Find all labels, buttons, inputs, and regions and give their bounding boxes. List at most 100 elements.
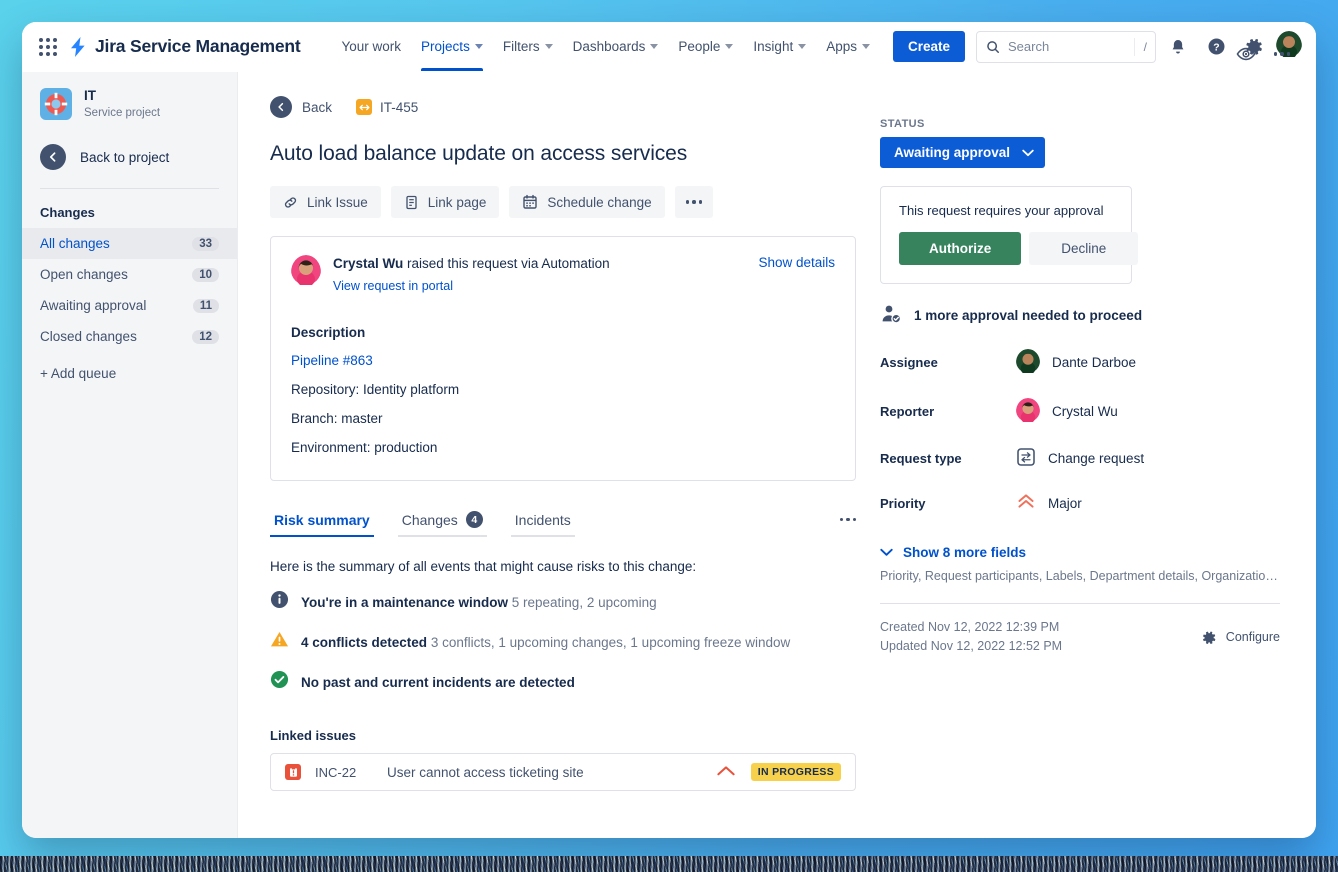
chevron-down-icon	[725, 44, 734, 49]
sidebar-item-closed-changes[interactable]: Closed changes 12	[22, 321, 237, 352]
description-branch: Branch: master	[291, 411, 383, 426]
project-header[interactable]: IT Service project	[22, 88, 237, 120]
info-icon	[270, 590, 289, 614]
nav-label: Your work	[341, 39, 402, 54]
description-environment: Environment: production	[291, 440, 438, 455]
nav-filters[interactable]: Filters	[494, 22, 562, 71]
risk-item-title: No past and current incidents are detect…	[301, 674, 575, 690]
add-queue-button[interactable]: + Add queue	[22, 352, 237, 381]
field-priority: Priority Major	[880, 492, 1290, 515]
main-nav-items: Your work Projects Filters Dashboards Pe…	[333, 22, 966, 71]
back-to-project-label: Back to project	[80, 149, 170, 165]
issue-details-panel: STATUS Awaiting approval This request re…	[880, 47, 1290, 838]
search-icon	[987, 40, 999, 53]
bottom-noise-strip	[0, 856, 1338, 872]
project-type: Service project	[84, 107, 161, 119]
help-icon[interactable]: ?	[1200, 31, 1232, 63]
notifications-bell-icon[interactable]	[1162, 31, 1194, 63]
status-dropdown-button[interactable]: Awaiting approval	[880, 137, 1046, 168]
app-window: Jira Service Management Your work Projec…	[22, 22, 1316, 838]
nav-insight[interactable]: Insight	[744, 22, 815, 71]
risk-item-detail: 3 conflicts, 1 upcoming changes, 1 upcom…	[430, 634, 791, 650]
view-request-in-portal-link[interactable]: View request in portal	[333, 279, 453, 293]
lifebuoy-icon	[40, 88, 72, 120]
approver-person-icon	[880, 304, 902, 327]
nav-people[interactable]: People	[669, 22, 742, 71]
nav-dashboards[interactable]: Dashboards	[564, 22, 668, 71]
table-row[interactable]: INC-22 User cannot access ticketing site…	[270, 753, 856, 791]
issue-meta: Created Nov 12, 2022 12:39 PM Updated No…	[880, 618, 1280, 656]
chevron-down-icon	[798, 44, 807, 49]
nav-label: Dashboards	[572, 39, 646, 54]
field-value[interactable]: Crystal Wu	[1016, 398, 1118, 425]
status-field-label: STATUS	[880, 118, 925, 130]
chevron-down-icon	[650, 44, 659, 49]
approval-panel: This request requires your approval Auth…	[880, 186, 1139, 284]
field-request-type: Request type Change request	[880, 447, 1290, 470]
tab-changes[interactable]: Changes 4	[397, 511, 487, 537]
nav-your-work[interactable]: Your work	[333, 22, 411, 71]
link-issue-button[interactable]: Link Issue	[270, 186, 381, 218]
more-actions-icon	[685, 200, 703, 204]
sidebar-item-awaiting-approval[interactable]: Awaiting approval 11	[22, 290, 237, 321]
field-value[interactable]: Major	[1016, 492, 1082, 515]
show-more-fields-label: Show 8 more fields	[903, 545, 1027, 560]
chevron-down-icon	[474, 44, 483, 49]
nav-projects[interactable]: Projects	[412, 22, 492, 71]
back-button[interactable]: Back	[270, 96, 332, 118]
reporter-avatar	[1016, 398, 1040, 425]
field-label: Reporter	[880, 404, 935, 419]
request-description-card: Crystal Wu raised this request via Autom…	[270, 236, 856, 481]
back-to-project-link[interactable]: Back to project	[22, 144, 237, 170]
queue-count: 12	[192, 329, 219, 344]
page-icon	[406, 195, 417, 209]
brand-logo[interactable]: Jira Service Management	[68, 36, 301, 58]
link-icon	[284, 196, 297, 208]
reporter-name: Crystal Wu	[333, 256, 404, 271]
chevron-down-icon	[1022, 149, 1034, 156]
issue-dates: Created Nov 12, 2022 12:39 PM Updated No…	[880, 618, 1202, 656]
search-input[interactable]	[1008, 39, 1126, 54]
description-heading: Description	[291, 325, 366, 340]
configure-label: Configure	[1225, 630, 1280, 644]
show-more-fields-button[interactable]: Show 8 more fields	[880, 545, 1290, 560]
issue-action-bar: Link Issue Link page Schedule change	[270, 186, 856, 218]
issue-content: Back IT-455 Auto load balance update on …	[238, 47, 1316, 838]
request-type-value: Change request	[1048, 451, 1145, 466]
create-button[interactable]: Create	[892, 31, 966, 62]
decline-button[interactable]: Decline	[1029, 232, 1139, 265]
authorize-button[interactable]: Authorize	[899, 232, 1022, 265]
schedule-change-button[interactable]: Schedule change	[509, 186, 665, 218]
configure-button[interactable]: Configure	[1202, 630, 1280, 645]
request-card-header: Crystal Wu raised this request via Autom…	[291, 255, 835, 295]
sidebar-item-open-changes[interactable]: Open changes 10	[22, 259, 237, 290]
sidebar-item-all-changes[interactable]: All changes 33	[22, 228, 237, 259]
breadcrumb: Back IT-455	[270, 94, 856, 120]
tabs-more-button[interactable]	[839, 517, 856, 531]
pipeline-link[interactable]: Pipeline #863	[291, 352, 835, 369]
link-page-button[interactable]: Link page	[390, 186, 500, 218]
more-actions-button[interactable]	[674, 186, 714, 218]
linked-issue-key[interactable]: INC-22	[315, 765, 387, 780]
search-box[interactable]: /	[976, 30, 1156, 63]
raised-by-text: Crystal Wu raised this request via Autom…	[333, 255, 746, 273]
tab-label: Changes	[401, 511, 458, 528]
linked-issues-heading: Linked issues	[270, 728, 356, 743]
back-button-label: Back	[302, 99, 333, 115]
settings-gear-icon	[1202, 631, 1216, 644]
tab-incidents[interactable]: Incidents	[510, 512, 575, 537]
risk-item-incidents: No past and current incidents are detect…	[270, 670, 856, 694]
issue-key-link[interactable]: IT-455	[356, 99, 418, 115]
field-value[interactable]: Dante Darboe	[1016, 349, 1136, 376]
link-issue-label: Link Issue	[307, 194, 368, 210]
linked-issue-summary[interactable]: User cannot access ticketing site	[387, 765, 717, 780]
chevron-down-icon	[861, 44, 870, 49]
tab-risk-summary[interactable]: Risk summary	[270, 512, 374, 537]
show-details-link[interactable]: Show details	[758, 255, 835, 270]
queue-count: 11	[192, 298, 219, 313]
nav-apps[interactable]: Apps	[817, 22, 879, 71]
approval-prompt: This request requires your approval	[899, 203, 1104, 218]
field-value[interactable]: Change request	[1016, 447, 1144, 470]
page-title: Auto load balance update on access servi…	[270, 142, 688, 165]
grid-apps-icon[interactable]	[34, 33, 62, 61]
